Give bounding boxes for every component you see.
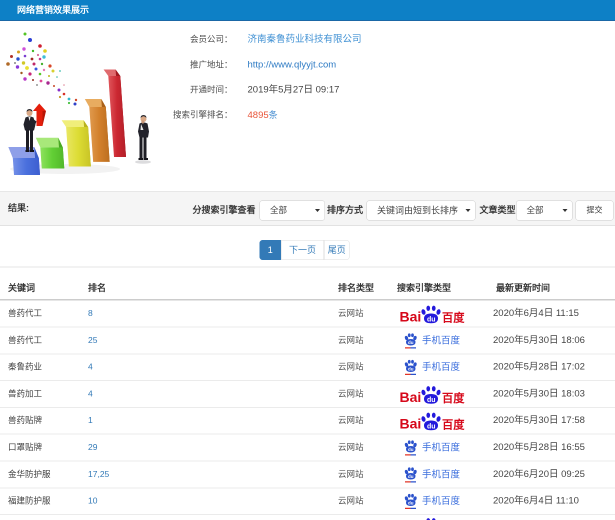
svg-text:du: du: [408, 340, 414, 345]
svg-text:Bai: Bai: [400, 416, 422, 432]
svg-text:百度: 百度: [442, 391, 465, 405]
svg-text:du: du: [408, 367, 414, 372]
svg-text:du: du: [408, 501, 414, 506]
svg-text:Bai: Bai: [400, 309, 422, 325]
svg-text:du: du: [408, 474, 414, 479]
svg-text:百度: 百度: [442, 311, 465, 325]
svg-text:du: du: [427, 397, 436, 404]
svg-text:Bai: Bai: [400, 389, 422, 405]
svg-text:du: du: [427, 316, 436, 323]
svg-text:du: du: [408, 447, 414, 452]
svg-text:du: du: [427, 423, 436, 430]
svg-text:百度: 百度: [442, 418, 465, 432]
